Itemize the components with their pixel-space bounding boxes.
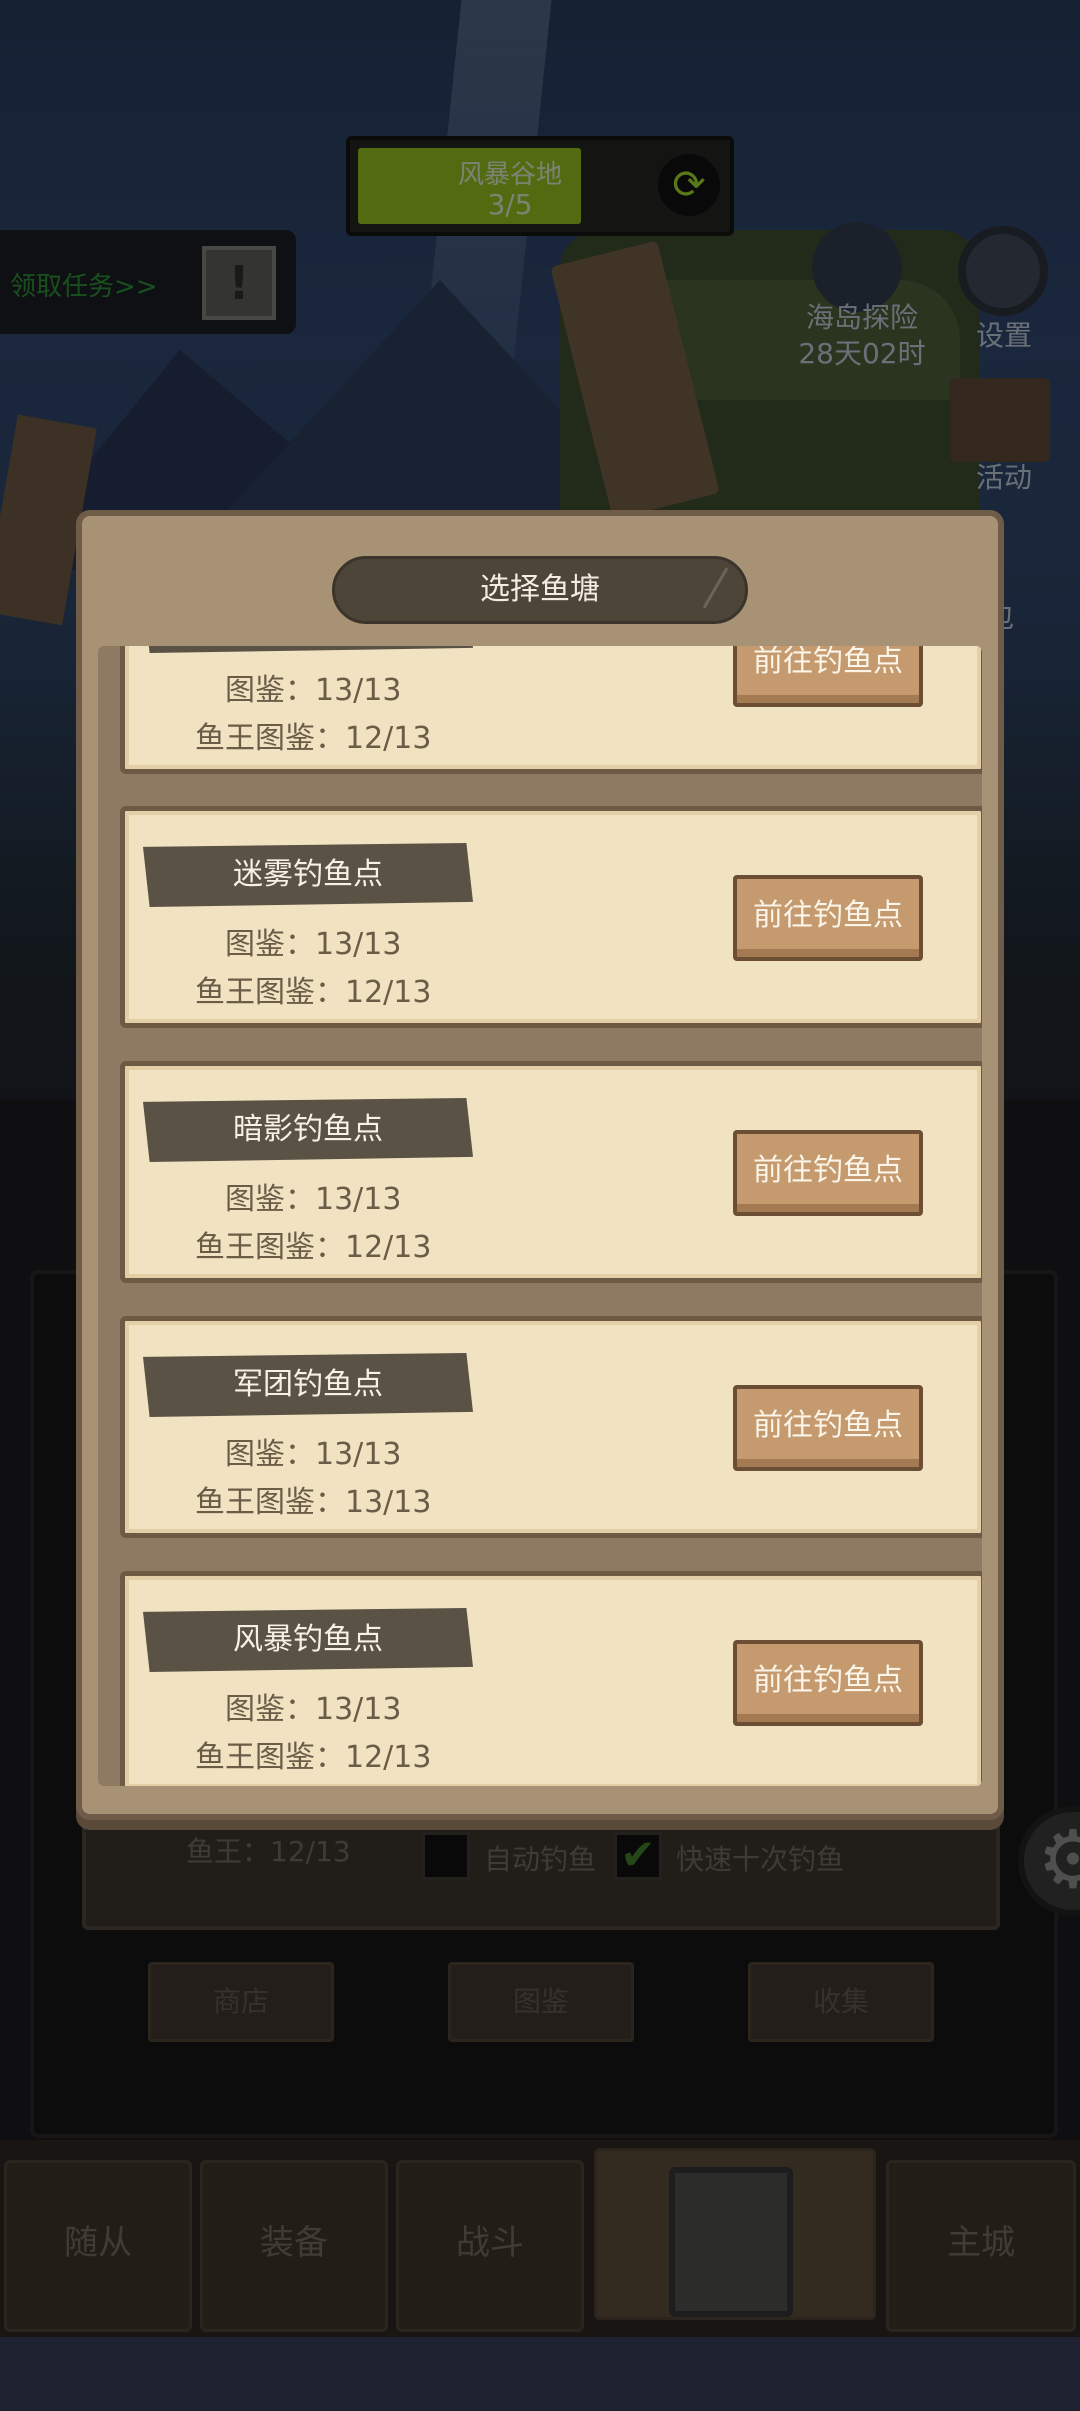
go-to-pond-button[interactable]: 前往钓鱼点: [733, 646, 923, 707]
go-to-pond-button[interactable]: 前往钓鱼点: [733, 1640, 923, 1726]
go-to-pond-button[interactable]: 前往钓鱼点: [733, 1130, 923, 1216]
pond-card: 迷雾钓鱼点 图鉴：13/13 鱼王图鉴：12/13 前往钓鱼点: [120, 806, 982, 1028]
pond-card: 军团钓鱼点 图鉴：13/13 鱼王图鉴：13/13 前往钓鱼点: [120, 1316, 982, 1538]
select-pond-dialog: 选择鱼塘 图鉴：13/13 鱼王图鉴：12/13 前往钓鱼点 迷雾钓鱼点 图鉴：…: [76, 510, 1004, 1820]
pond-card: 图鉴：13/13 鱼王图鉴：12/13 前往钓鱼点: [120, 646, 982, 774]
go-to-pond-button[interactable]: 前往钓鱼点: [733, 1385, 923, 1471]
pond-card: 暗影钓鱼点 图鉴：13/13 鱼王图鉴：12/13 前往钓鱼点: [120, 1061, 982, 1283]
pond-name: 迷雾钓鱼点: [233, 857, 383, 892]
pond-name: 军团钓鱼点: [233, 1367, 383, 1402]
pond-collection: 图鉴：13/13: [225, 1437, 402, 1472]
pond-collection: 图鉴：13/13: [225, 673, 402, 708]
pond-list[interactable]: 图鉴：13/13 鱼王图鉴：12/13 前往钓鱼点 迷雾钓鱼点 图鉴：13/13…: [98, 646, 982, 1786]
pond-name: 风暴钓鱼点: [233, 1622, 383, 1657]
pond-collection: 图鉴：13/13: [225, 1692, 402, 1727]
pond-name: [143, 646, 473, 653]
dialog-title-text: 选择鱼塘: [480, 572, 600, 607]
pond-collection: 图鉴：13/13: [225, 1182, 402, 1217]
pond-king-collection: 鱼王图鉴：13/13: [195, 1485, 432, 1520]
dialog-title: 选择鱼塘: [332, 556, 748, 624]
pond-king-collection: 鱼王图鉴：12/13: [195, 1740, 432, 1775]
pond-name: 暗影钓鱼点: [233, 1112, 383, 1147]
pond-card: 风暴钓鱼点 图鉴：13/13 鱼王图鉴：12/13 前往钓鱼点: [120, 1571, 982, 1786]
go-to-pond-button[interactable]: 前往钓鱼点: [733, 875, 923, 961]
pond-king-collection: 鱼王图鉴：12/13: [195, 721, 432, 756]
pond-king-collection: 鱼王图鉴：12/13: [195, 1230, 432, 1265]
pond-king-collection: 鱼王图鉴：12/13: [195, 975, 432, 1010]
pond-collection: 图鉴：13/13: [225, 927, 402, 962]
